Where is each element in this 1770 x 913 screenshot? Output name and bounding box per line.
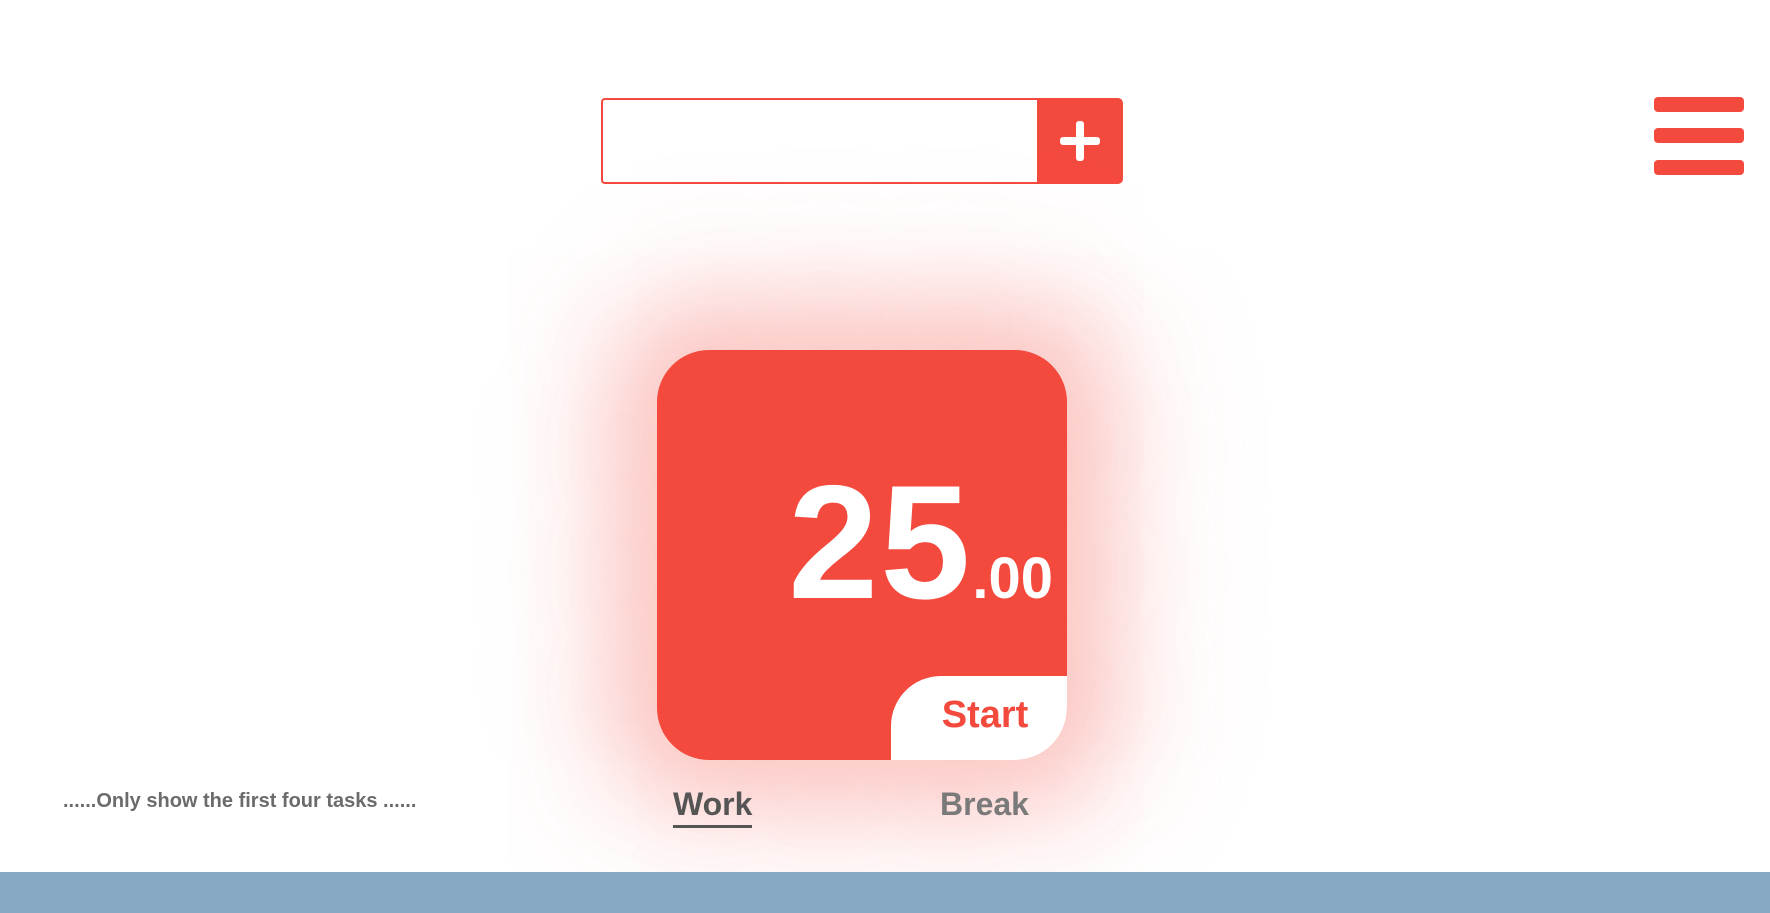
start-button[interactable]: Start xyxy=(891,676,1067,760)
tab-break[interactable]: Break xyxy=(940,786,1029,825)
timer-card: 25.00 Start xyxy=(657,350,1067,760)
task-input[interactable] xyxy=(601,98,1037,184)
menu-bar xyxy=(1654,128,1744,143)
hamburger-menu-icon[interactable] xyxy=(1654,97,1744,175)
timer-display: 25.00 xyxy=(657,462,1067,624)
timer-seconds: .00 xyxy=(972,546,1053,611)
menu-bar xyxy=(1654,97,1744,112)
plus-icon xyxy=(1060,121,1100,161)
timer-minutes: 25 xyxy=(788,452,973,633)
add-task-form xyxy=(601,98,1123,184)
menu-bar xyxy=(1654,160,1744,175)
bottom-bar xyxy=(0,872,1770,913)
pomodoro-page: 25.00 Start Work Break ......Only show t… xyxy=(0,0,1770,913)
tab-work[interactable]: Work xyxy=(673,786,753,828)
add-task-button[interactable] xyxy=(1037,98,1123,184)
task-list-hint: ......Only show the first four tasks ...… xyxy=(63,790,417,812)
